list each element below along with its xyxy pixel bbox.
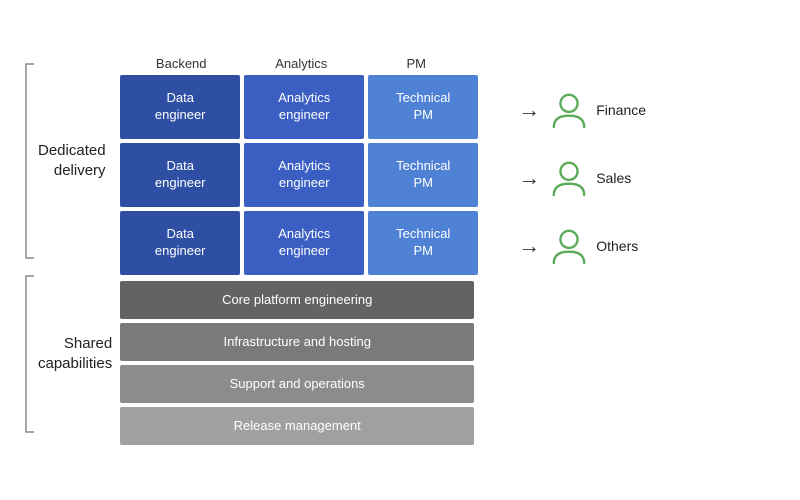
sales-label: Sales: [596, 170, 631, 186]
finance-label: Finance: [596, 102, 646, 118]
backend-cell-3: Data engineer: [120, 211, 240, 275]
dedicated-bracket: [20, 56, 38, 266]
analytics-cell-3: Analytics engineer: [244, 211, 364, 275]
pm-header: PM: [361, 56, 471, 71]
center-grid: Backend Analytics PM Data engineer Analy…: [120, 56, 510, 445]
left-labels: Dedicated delivery Shared capabilities: [20, 56, 120, 440]
shared-rows: Core platform engineering Infrastructure…: [120, 281, 510, 445]
person-icon-others: [550, 227, 588, 265]
shared-cell-3: Release management: [120, 407, 474, 445]
team-row-1: Data engineer Analytics engineer Technic…: [120, 75, 510, 139]
team-row-3: Data engineer Analytics engineer Technic…: [120, 211, 510, 275]
dedicated-label-section: Dedicated delivery: [20, 56, 120, 266]
arrow-sales: →: [518, 165, 540, 191]
pm-cell-1: Technical PM: [368, 75, 478, 139]
main-layout: Dedicated delivery Shared capabilities B…: [10, 36, 790, 465]
backend-cell-1: Data engineer: [120, 75, 240, 139]
others-label: Others: [596, 238, 638, 254]
shared-capabilities-label: Shared capabilities: [38, 334, 112, 373]
shared-bracket: [20, 268, 38, 440]
backend-header: Backend: [121, 56, 241, 71]
person-icon-finance: [550, 91, 588, 129]
pm-cell-3: Technical PM: [368, 211, 478, 275]
shared-cell-1: Infrastructure and hosting: [120, 323, 474, 361]
analytics-cell-1: Analytics engineer: [244, 75, 364, 139]
backend-cell-2: Data engineer: [120, 143, 240, 207]
team-row-2: Data engineer Analytics engineer Technic…: [120, 143, 510, 207]
arrow-finance: →: [518, 97, 540, 123]
analytics-cell-2: Analytics engineer: [244, 143, 364, 207]
pm-cell-2: Technical PM: [368, 143, 478, 207]
destination-sales: → Sales: [518, 146, 646, 210]
person-icon-sales: [550, 159, 588, 197]
diagram-container: Dedicated delivery Shared capabilities B…: [10, 10, 790, 490]
column-headers: Backend Analytics PM: [120, 56, 510, 71]
dedicated-rows: Data engineer Analytics engineer Technic…: [120, 75, 510, 275]
shared-cell-2: Support and operations: [120, 365, 474, 403]
dedicated-delivery-label: Dedicated delivery: [38, 141, 106, 180]
right-section: → Finance → Sales →: [518, 78, 646, 278]
destination-others: → Others: [518, 214, 646, 278]
shared-cell-0: Core platform engineering: [120, 281, 474, 319]
analytics-header: Analytics: [241, 56, 361, 71]
destination-finance: → Finance: [518, 78, 646, 142]
shared-label-section: Shared capabilities: [20, 268, 120, 440]
arrow-others: →: [518, 233, 540, 259]
